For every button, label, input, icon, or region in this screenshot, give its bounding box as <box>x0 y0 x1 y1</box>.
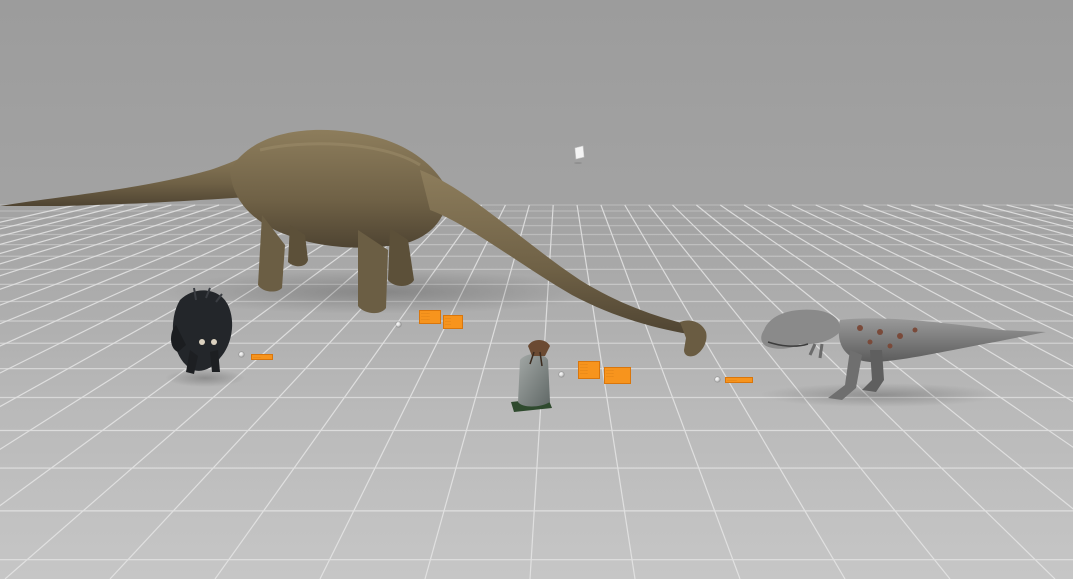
3d-viewport[interactable]: ········ ········· ········· ········· ·… <box>0 0 1073 579</box>
brachiosaurus-info-tag-right[interactable]: ······ ······ ······ <box>443 315 463 329</box>
bird-statue-model[interactable] <box>511 340 552 412</box>
bird-hotspot[interactable] <box>559 372 564 377</box>
bird-info-tag-left[interactable]: ········ ········ ········ ········ <box>578 361 600 379</box>
brachiosaurus-hotspot[interactable] <box>396 322 401 327</box>
triceratops-info-tag[interactable]: ········ <box>251 354 273 360</box>
triceratops-model[interactable] <box>171 287 233 374</box>
floating-card-marker[interactable] <box>574 145 585 164</box>
trex-shadow <box>760 383 1000 407</box>
trex-hotspot[interactable] <box>715 377 720 382</box>
brachiosaurus-info-tag-left[interactable]: ········· ········· ········· <box>419 310 441 324</box>
scene-canvas[interactable] <box>0 0 1073 579</box>
triceratops-hotspot[interactable] <box>239 352 244 357</box>
trex-info-tag[interactable]: ·········· <box>725 377 753 383</box>
triceratops-shadow <box>165 369 245 387</box>
bird-info-tag-right[interactable]: ········ ········ ········ <box>604 367 631 384</box>
brachiosaurus-model[interactable] <box>0 129 707 357</box>
